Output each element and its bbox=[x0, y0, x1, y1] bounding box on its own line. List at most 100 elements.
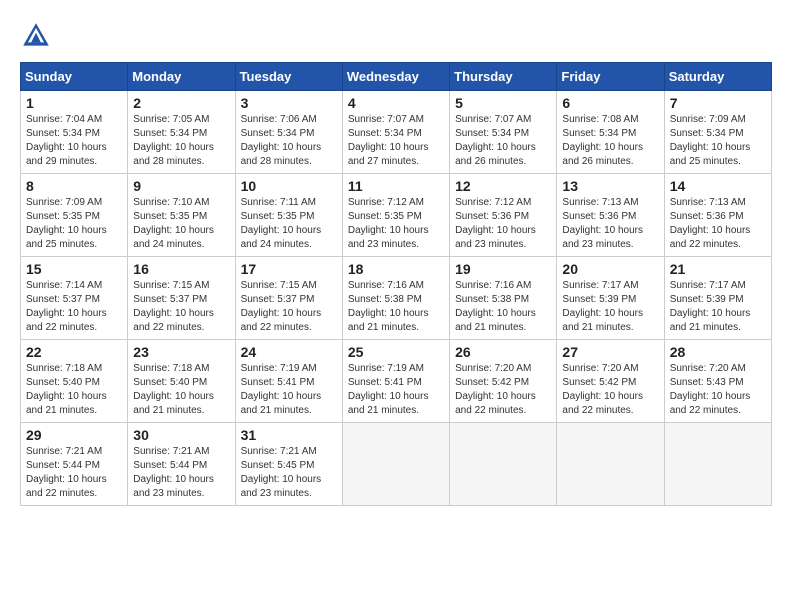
day-cell: 4 Sunrise: 7:07 AM Sunset: 5:34 PM Daylig… bbox=[342, 91, 449, 174]
day-cell: 15 Sunrise: 7:14 AM Sunset: 5:37 PM Dayli… bbox=[21, 257, 128, 340]
header-cell-monday: Monday bbox=[128, 63, 235, 91]
day-number: 26 bbox=[455, 344, 551, 360]
day-info: Sunrise: 7:19 AM Sunset: 5:41 PM Dayligh… bbox=[348, 362, 444, 418]
day-number: 31 bbox=[241, 427, 337, 443]
header-cell-wednesday: Wednesday bbox=[342, 63, 449, 91]
day-info: Sunrise: 7:17 AM Sunset: 5:39 PM Dayligh… bbox=[670, 279, 766, 335]
day-number: 7 bbox=[670, 95, 766, 111]
day-cell bbox=[557, 423, 664, 506]
day-cell: 11Sunrise: 7:12 AM Sunset: 5:35 PM Dayli… bbox=[342, 174, 449, 257]
day-info: Sunrise: 7:16 AM Sunset: 5:38 PM Dayligh… bbox=[348, 279, 444, 335]
day-cell: 7 Sunrise: 7:09 AM Sunset: 5:34 PM Daylig… bbox=[664, 91, 771, 174]
day-info: Sunrise: 7:07 AM Sunset: 5:34 PM Dayligh… bbox=[455, 113, 551, 169]
day-cell: 14 Sunrise: 7:13 AM Sunset: 5:36 PM Dayli… bbox=[664, 174, 771, 257]
day-cell: 16Sunrise: 7:15 AM Sunset: 5:37 PM Dayli… bbox=[128, 257, 235, 340]
day-cell: 5Sunrise: 7:07 AM Sunset: 5:34 PM Daylig… bbox=[450, 91, 557, 174]
day-cell: 26 Sunrise: 7:20 AM Sunset: 5:42 PM Dayli… bbox=[450, 340, 557, 423]
day-cell: 9Sunrise: 7:10 AM Sunset: 5:35 PM Daylig… bbox=[128, 174, 235, 257]
day-cell: 24 Sunrise: 7:19 AM Sunset: 5:41 PM Dayli… bbox=[235, 340, 342, 423]
logo bbox=[20, 20, 56, 52]
day-cell: 18 Sunrise: 7:16 AM Sunset: 5:38 PM Dayli… bbox=[342, 257, 449, 340]
day-number: 25 bbox=[348, 344, 444, 360]
day-info: Sunrise: 7:09 AM Sunset: 5:34 PM Dayligh… bbox=[670, 113, 766, 169]
day-cell: 30 Sunrise: 7:21 AM Sunset: 5:44 PM Dayli… bbox=[128, 423, 235, 506]
day-number: 8 bbox=[26, 178, 122, 194]
week-row-2: 8Sunrise: 7:09 AM Sunset: 5:35 PM Daylig… bbox=[21, 174, 772, 257]
day-number: 6 bbox=[562, 95, 658, 111]
day-info: Sunrise: 7:12 AM Sunset: 5:36 PM Dayligh… bbox=[455, 196, 551, 252]
day-number: 18 bbox=[348, 261, 444, 277]
day-cell: 27 Sunrise: 7:20 AM Sunset: 5:42 PM Dayli… bbox=[557, 340, 664, 423]
day-info: Sunrise: 7:18 AM Sunset: 5:40 PM Dayligh… bbox=[26, 362, 122, 418]
day-cell: 2 Sunrise: 7:05 AM Sunset: 5:34 PM Daylig… bbox=[128, 91, 235, 174]
day-number: 14 bbox=[670, 178, 766, 194]
day-number: 21 bbox=[670, 261, 766, 277]
day-number: 3 bbox=[241, 95, 337, 111]
day-cell: 10Sunrise: 7:11 AM Sunset: 5:35 PM Dayli… bbox=[235, 174, 342, 257]
header-cell-saturday: Saturday bbox=[664, 63, 771, 91]
day-cell bbox=[342, 423, 449, 506]
day-number: 24 bbox=[241, 344, 337, 360]
day-info: Sunrise: 7:08 AM Sunset: 5:34 PM Dayligh… bbox=[562, 113, 658, 169]
day-info: Sunrise: 7:04 AM Sunset: 5:34 PM Dayligh… bbox=[26, 113, 122, 169]
day-number: 19 bbox=[455, 261, 551, 277]
day-info: Sunrise: 7:17 AM Sunset: 5:39 PM Dayligh… bbox=[562, 279, 658, 335]
day-cell: 12 Sunrise: 7:12 AM Sunset: 5:36 PM Dayli… bbox=[450, 174, 557, 257]
day-number: 23 bbox=[133, 344, 229, 360]
day-number: 22 bbox=[26, 344, 122, 360]
day-cell: 19 Sunrise: 7:16 AM Sunset: 5:38 PM Dayli… bbox=[450, 257, 557, 340]
day-cell: 17Sunrise: 7:15 AM Sunset: 5:37 PM Dayli… bbox=[235, 257, 342, 340]
day-info: Sunrise: 7:21 AM Sunset: 5:44 PM Dayligh… bbox=[26, 445, 122, 501]
day-cell: 23 Sunrise: 7:18 AM Sunset: 5:40 PM Dayli… bbox=[128, 340, 235, 423]
day-cell: 31Sunrise: 7:21 AM Sunset: 5:45 PM Dayli… bbox=[235, 423, 342, 506]
day-cell: 21 Sunrise: 7:17 AM Sunset: 5:39 PM Dayli… bbox=[664, 257, 771, 340]
day-cell: 29 Sunrise: 7:21 AM Sunset: 5:44 PM Dayli… bbox=[21, 423, 128, 506]
day-number: 20 bbox=[562, 261, 658, 277]
day-info: Sunrise: 7:16 AM Sunset: 5:38 PM Dayligh… bbox=[455, 279, 551, 335]
day-cell bbox=[450, 423, 557, 506]
page-header bbox=[20, 20, 772, 52]
logo-icon bbox=[20, 20, 52, 52]
day-number: 27 bbox=[562, 344, 658, 360]
day-info: Sunrise: 7:10 AM Sunset: 5:35 PM Dayligh… bbox=[133, 196, 229, 252]
week-row-1: 1 Sunrise: 7:04 AM Sunset: 5:34 PM Daylig… bbox=[21, 91, 772, 174]
day-number: 30 bbox=[133, 427, 229, 443]
day-cell: 13 Sunrise: 7:13 AM Sunset: 5:36 PM Dayli… bbox=[557, 174, 664, 257]
day-info: Sunrise: 7:19 AM Sunset: 5:41 PM Dayligh… bbox=[241, 362, 337, 418]
day-number: 15 bbox=[26, 261, 122, 277]
day-info: Sunrise: 7:14 AM Sunset: 5:37 PM Dayligh… bbox=[26, 279, 122, 335]
day-info: Sunrise: 7:12 AM Sunset: 5:35 PM Dayligh… bbox=[348, 196, 444, 252]
day-cell: 20 Sunrise: 7:17 AM Sunset: 5:39 PM Dayli… bbox=[557, 257, 664, 340]
day-cell: 28 Sunrise: 7:20 AM Sunset: 5:43 PM Dayli… bbox=[664, 340, 771, 423]
header-cell-friday: Friday bbox=[557, 63, 664, 91]
day-number: 4 bbox=[348, 95, 444, 111]
day-cell: 25 Sunrise: 7:19 AM Sunset: 5:41 PM Dayli… bbox=[342, 340, 449, 423]
day-cell: 1 Sunrise: 7:04 AM Sunset: 5:34 PM Daylig… bbox=[21, 91, 128, 174]
day-info: Sunrise: 7:13 AM Sunset: 5:36 PM Dayligh… bbox=[562, 196, 658, 252]
day-cell: 3 Sunrise: 7:06 AM Sunset: 5:34 PM Daylig… bbox=[235, 91, 342, 174]
header-row: SundayMondayTuesdayWednesdayThursdayFrid… bbox=[21, 63, 772, 91]
day-info: Sunrise: 7:20 AM Sunset: 5:42 PM Dayligh… bbox=[562, 362, 658, 418]
day-number: 28 bbox=[670, 344, 766, 360]
day-number: 1 bbox=[26, 95, 122, 111]
day-info: Sunrise: 7:18 AM Sunset: 5:40 PM Dayligh… bbox=[133, 362, 229, 418]
day-info: Sunrise: 7:13 AM Sunset: 5:36 PM Dayligh… bbox=[670, 196, 766, 252]
day-number: 10 bbox=[241, 178, 337, 194]
day-info: Sunrise: 7:06 AM Sunset: 5:34 PM Dayligh… bbox=[241, 113, 337, 169]
day-number: 29 bbox=[26, 427, 122, 443]
day-number: 12 bbox=[455, 178, 551, 194]
day-info: Sunrise: 7:21 AM Sunset: 5:44 PM Dayligh… bbox=[133, 445, 229, 501]
header-cell-sunday: Sunday bbox=[21, 63, 128, 91]
header-cell-tuesday: Tuesday bbox=[235, 63, 342, 91]
calendar-table: SundayMondayTuesdayWednesdayThursdayFrid… bbox=[20, 62, 772, 506]
day-info: Sunrise: 7:20 AM Sunset: 5:42 PM Dayligh… bbox=[455, 362, 551, 418]
week-row-3: 15 Sunrise: 7:14 AM Sunset: 5:37 PM Dayli… bbox=[21, 257, 772, 340]
day-cell: 8Sunrise: 7:09 AM Sunset: 5:35 PM Daylig… bbox=[21, 174, 128, 257]
day-number: 13 bbox=[562, 178, 658, 194]
day-info: Sunrise: 7:05 AM Sunset: 5:34 PM Dayligh… bbox=[133, 113, 229, 169]
day-info: Sunrise: 7:07 AM Sunset: 5:34 PM Dayligh… bbox=[348, 113, 444, 169]
header-cell-thursday: Thursday bbox=[450, 63, 557, 91]
week-row-4: 22 Sunrise: 7:18 AM Sunset: 5:40 PM Dayli… bbox=[21, 340, 772, 423]
day-info: Sunrise: 7:20 AM Sunset: 5:43 PM Dayligh… bbox=[670, 362, 766, 418]
day-number: 2 bbox=[133, 95, 229, 111]
